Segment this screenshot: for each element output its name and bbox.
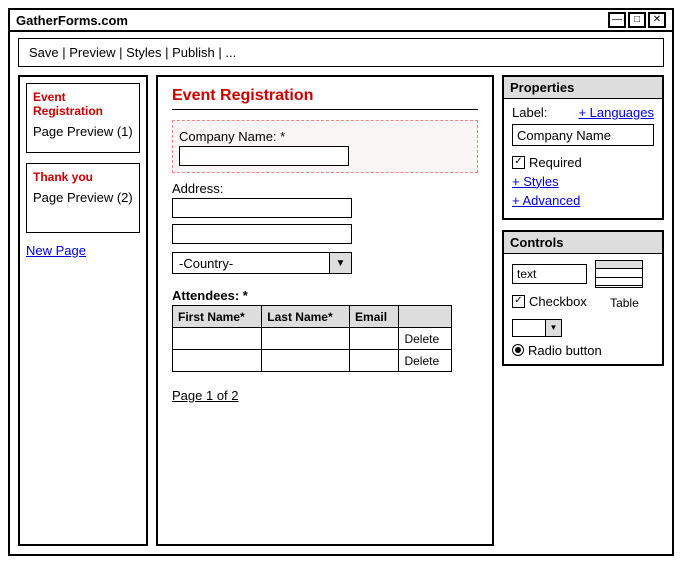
attendees-label: Attendees: *: [172, 288, 478, 303]
control-select[interactable]: ▼: [512, 319, 562, 337]
titlebar: GatherForms.com — □ ✕: [10, 10, 672, 32]
col-actions: [399, 306, 452, 328]
selection-arrow-icon: →: [493, 129, 494, 147]
right-column: Properties Label: + Languages Company Na…: [502, 75, 664, 546]
country-select[interactable]: -Country- ▼: [172, 252, 352, 274]
col-last-name: Last Name*: [262, 306, 350, 328]
page-thumb-1-title: Event Registration: [33, 90, 133, 118]
checkbox-icon: ✓: [512, 295, 525, 308]
divider: [172, 109, 478, 110]
country-select-value: -Country-: [173, 256, 329, 271]
col-email: Email: [350, 306, 399, 328]
control-table-label: Table: [595, 296, 654, 310]
chevron-down-icon: ▼: [329, 253, 351, 273]
address-line1-input[interactable]: [172, 198, 352, 218]
checkbox-icon: ✓: [512, 156, 525, 169]
address-label: Address:: [172, 181, 478, 196]
window-controls: — □ ✕: [608, 12, 666, 28]
control-text[interactable]: text: [512, 264, 587, 284]
toolbar-preview[interactable]: Preview: [69, 45, 115, 60]
properties-panel: Properties Label: + Languages Company Na…: [502, 75, 664, 220]
col-first-name: First Name*: [173, 306, 262, 328]
chevron-down-icon: ▼: [545, 320, 561, 336]
toolbar-more[interactable]: ...: [225, 45, 236, 60]
form-canvas: Event Registration Company Name: * → Add…: [156, 75, 494, 546]
cell-first[interactable]: [173, 328, 262, 350]
controls-panel: Controls text ✓ Checkbox Table: [502, 230, 664, 366]
maximize-button[interactable]: □: [628, 12, 646, 28]
properties-header: Properties: [504, 77, 662, 99]
radio-icon: [512, 344, 524, 356]
control-checkbox[interactable]: ✓ Checkbox: [512, 294, 587, 309]
minimize-button[interactable]: —: [608, 12, 626, 28]
attendees-table: First Name* Last Name* Email Delete Dele…: [172, 305, 452, 372]
cell-last[interactable]: [262, 350, 350, 372]
page-thumb-2-preview: Page Preview (2): [33, 190, 133, 205]
required-label: Required: [529, 155, 582, 170]
cell-last[interactable]: [262, 328, 350, 350]
cell-first[interactable]: [173, 350, 262, 372]
cell-email[interactable]: [350, 328, 399, 350]
address-line2-input[interactable]: [172, 224, 352, 244]
new-page-link[interactable]: New Page: [26, 243, 140, 258]
window-title: GatherForms.com: [16, 13, 128, 28]
page-indicator: Page 1 of 2: [172, 388, 478, 403]
table-row: Delete: [173, 328, 452, 350]
label-input[interactable]: Company Name: [512, 124, 654, 146]
control-table[interactable]: [595, 260, 654, 288]
required-checkbox[interactable]: ✓ Required: [512, 155, 582, 170]
controls-header: Controls: [504, 232, 662, 254]
styles-link[interactable]: + Styles: [512, 174, 654, 189]
label-input-value: Company Name: [517, 128, 611, 143]
toolbar-publish[interactable]: Publish: [172, 45, 215, 60]
delete-button[interactable]: Delete: [399, 328, 452, 350]
close-button[interactable]: ✕: [648, 12, 666, 28]
selected-field-company[interactable]: Company Name: * →: [172, 120, 478, 173]
page-thumb-2[interactable]: Thank you Page Preview (2): [26, 163, 140, 233]
app-window: GatherForms.com — □ ✕ Save | Preview | S…: [8, 8, 674, 556]
prop-label-text: Label:: [512, 105, 547, 120]
languages-link[interactable]: + Languages: [578, 105, 654, 120]
page-thumb-1[interactable]: Event Registration Page Preview (1): [26, 83, 140, 153]
toolbar-styles[interactable]: Styles: [126, 45, 161, 60]
cell-email[interactable]: [350, 350, 399, 372]
page-thumb-1-preview: Page Preview (1): [33, 124, 133, 139]
company-input[interactable]: [179, 146, 349, 166]
control-radio[interactable]: Radio button: [512, 343, 654, 358]
toolbar: Save | Preview | Styles | Publish | ...: [18, 38, 664, 67]
company-label: Company Name: *: [179, 129, 471, 144]
delete-button[interactable]: Delete: [399, 350, 452, 372]
table-row: Delete: [173, 350, 452, 372]
advanced-link[interactable]: + Advanced: [512, 193, 654, 208]
form-title: Event Registration: [172, 87, 478, 105]
table-icon: [595, 260, 643, 288]
toolbar-save[interactable]: Save: [29, 45, 59, 60]
page-thumb-2-title: Thank you: [33, 170, 133, 184]
pages-sidebar: Event Registration Page Preview (1) Than…: [18, 75, 148, 546]
